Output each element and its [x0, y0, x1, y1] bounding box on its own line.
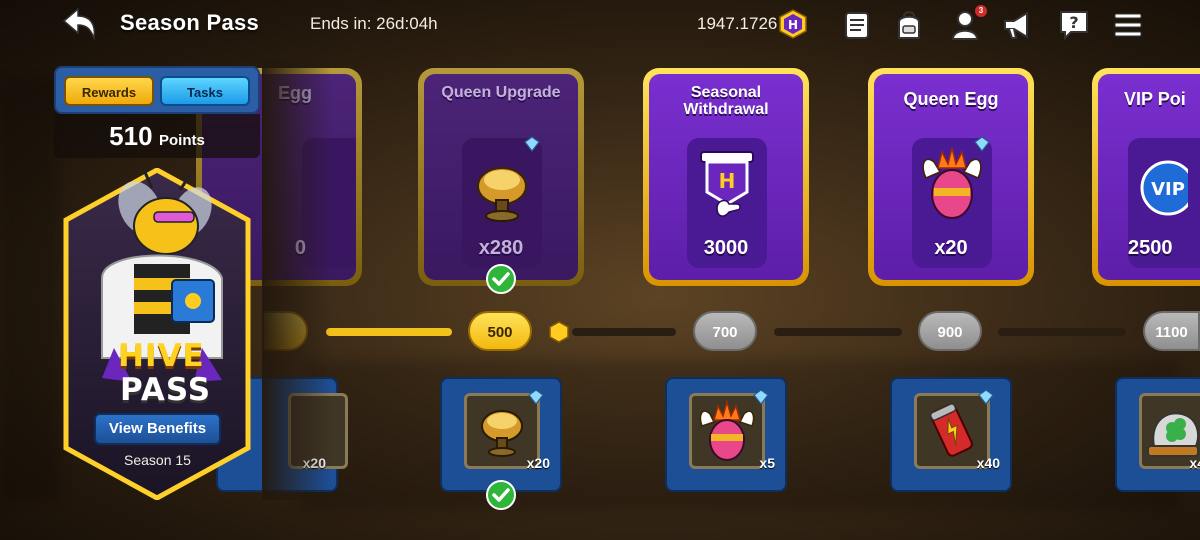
season-label: Season 15: [124, 452, 191, 468]
progress-track: [998, 328, 1126, 336]
menu-icon[interactable]: [1111, 8, 1145, 42]
vip-icon: VIP: [1140, 160, 1196, 216]
milestone-node: 1100: [1143, 311, 1200, 351]
background-shelf-left: [0, 80, 60, 500]
reward-card-title: VIP Poi: [1124, 89, 1186, 109]
reward-amount: x20: [934, 237, 968, 259]
help-icon[interactable]: ?: [1057, 8, 1091, 42]
reward-amount: x4: [1189, 455, 1200, 471]
queen-egg-icon: [922, 147, 982, 219]
season-timer: Ends in: 26d:04h: [310, 14, 438, 33]
currency-balance: 1947.1726: [697, 14, 778, 33]
page-title: Season Pass: [120, 10, 260, 35]
reward-amount: 2500: [1128, 237, 1173, 259]
diamond-icon: [524, 136, 540, 152]
diamond-icon: [978, 389, 994, 405]
free-reward-tile[interactable]: x40: [890, 377, 1012, 492]
reward-amount: x40: [976, 455, 1000, 471]
reward-amount: x20: [302, 455, 326, 471]
progress-marker-icon: [549, 321, 569, 343]
claimed-check-icon: [486, 264, 516, 294]
svg-text:VIP: VIP: [1151, 179, 1185, 200]
h-coin-icon: H: [778, 9, 808, 39]
withdrawal-icon: H: [700, 151, 754, 217]
reward-amount: x20: [526, 455, 550, 471]
reward-amount: x280: [478, 237, 524, 259]
tab-tasks[interactable]: Tasks: [160, 76, 250, 106]
milestone-node: 700: [693, 311, 757, 351]
reward-card-queen-egg[interactable]: Queen Egg x20: [868, 68, 1034, 286]
svg-text:?: ?: [1069, 13, 1078, 32]
diamond-icon: [528, 389, 544, 405]
milestone-node-previous: [262, 311, 308, 351]
view-benefits-button[interactable]: View Benefits: [94, 413, 221, 445]
svg-text:H: H: [788, 18, 798, 32]
scroll-icon[interactable]: [840, 8, 874, 42]
diamond-icon: [974, 136, 990, 152]
megaphone-icon[interactable]: [1000, 8, 1034, 42]
milestone-node: 500: [468, 311, 532, 351]
points-label: Points: [159, 132, 205, 149]
reward-card-seasonal-withdrawal[interactable]: Seasonal Withdrawal H 3000: [643, 68, 809, 286]
svg-text:H: H: [719, 169, 736, 193]
pass-title-line1: HIVE: [118, 338, 205, 374]
reward-card-queen-upgrade[interactable]: Queen Upgrade x280: [418, 68, 584, 286]
tab-rewards[interactable]: Rewards: [64, 76, 154, 106]
hive-pass-card[interactable]: [62, 167, 252, 501]
back-arrow-icon[interactable]: [60, 6, 100, 42]
queen-upgrade-icon: [477, 167, 527, 222]
queen-egg-icon: [699, 399, 755, 461]
reward-card-title: Queen Upgrade: [441, 84, 561, 101]
points-display: 510 Points: [54, 114, 260, 158]
backpack-icon[interactable]: [892, 8, 926, 42]
free-reward-tile[interactable]: x5: [665, 377, 787, 492]
tab-bar: Rewards Tasks: [54, 66, 260, 114]
reward-card-title: Queen Egg: [903, 89, 999, 109]
free-reward-tile[interactable]: x20: [440, 377, 562, 492]
reward-card-vip-points[interactable]: VIP Poi VIP 2500: [1092, 68, 1200, 286]
progress-fill: [326, 328, 452, 336]
milestone-node: 900: [918, 311, 982, 351]
progress-track: [572, 328, 676, 336]
pass-title-line2: PASS: [120, 372, 212, 408]
diamond-icon: [753, 389, 769, 405]
notification-badge: 3: [975, 5, 987, 17]
points-value: 510: [109, 121, 153, 151]
reward-amount: 3000: [703, 237, 749, 259]
hive-pass-badge: [63, 167, 251, 501]
free-reward-tile[interactable]: x4: [1115, 377, 1200, 492]
reward-card-title: Seasonal Withdrawal: [683, 84, 769, 118]
claimed-check-icon: [486, 480, 516, 510]
progress-track: [774, 328, 902, 336]
reward-amount: x5: [759, 455, 775, 471]
top-bar: Season Pass Ends in: 26d:04h 1947.1726 H…: [0, 0, 1200, 52]
